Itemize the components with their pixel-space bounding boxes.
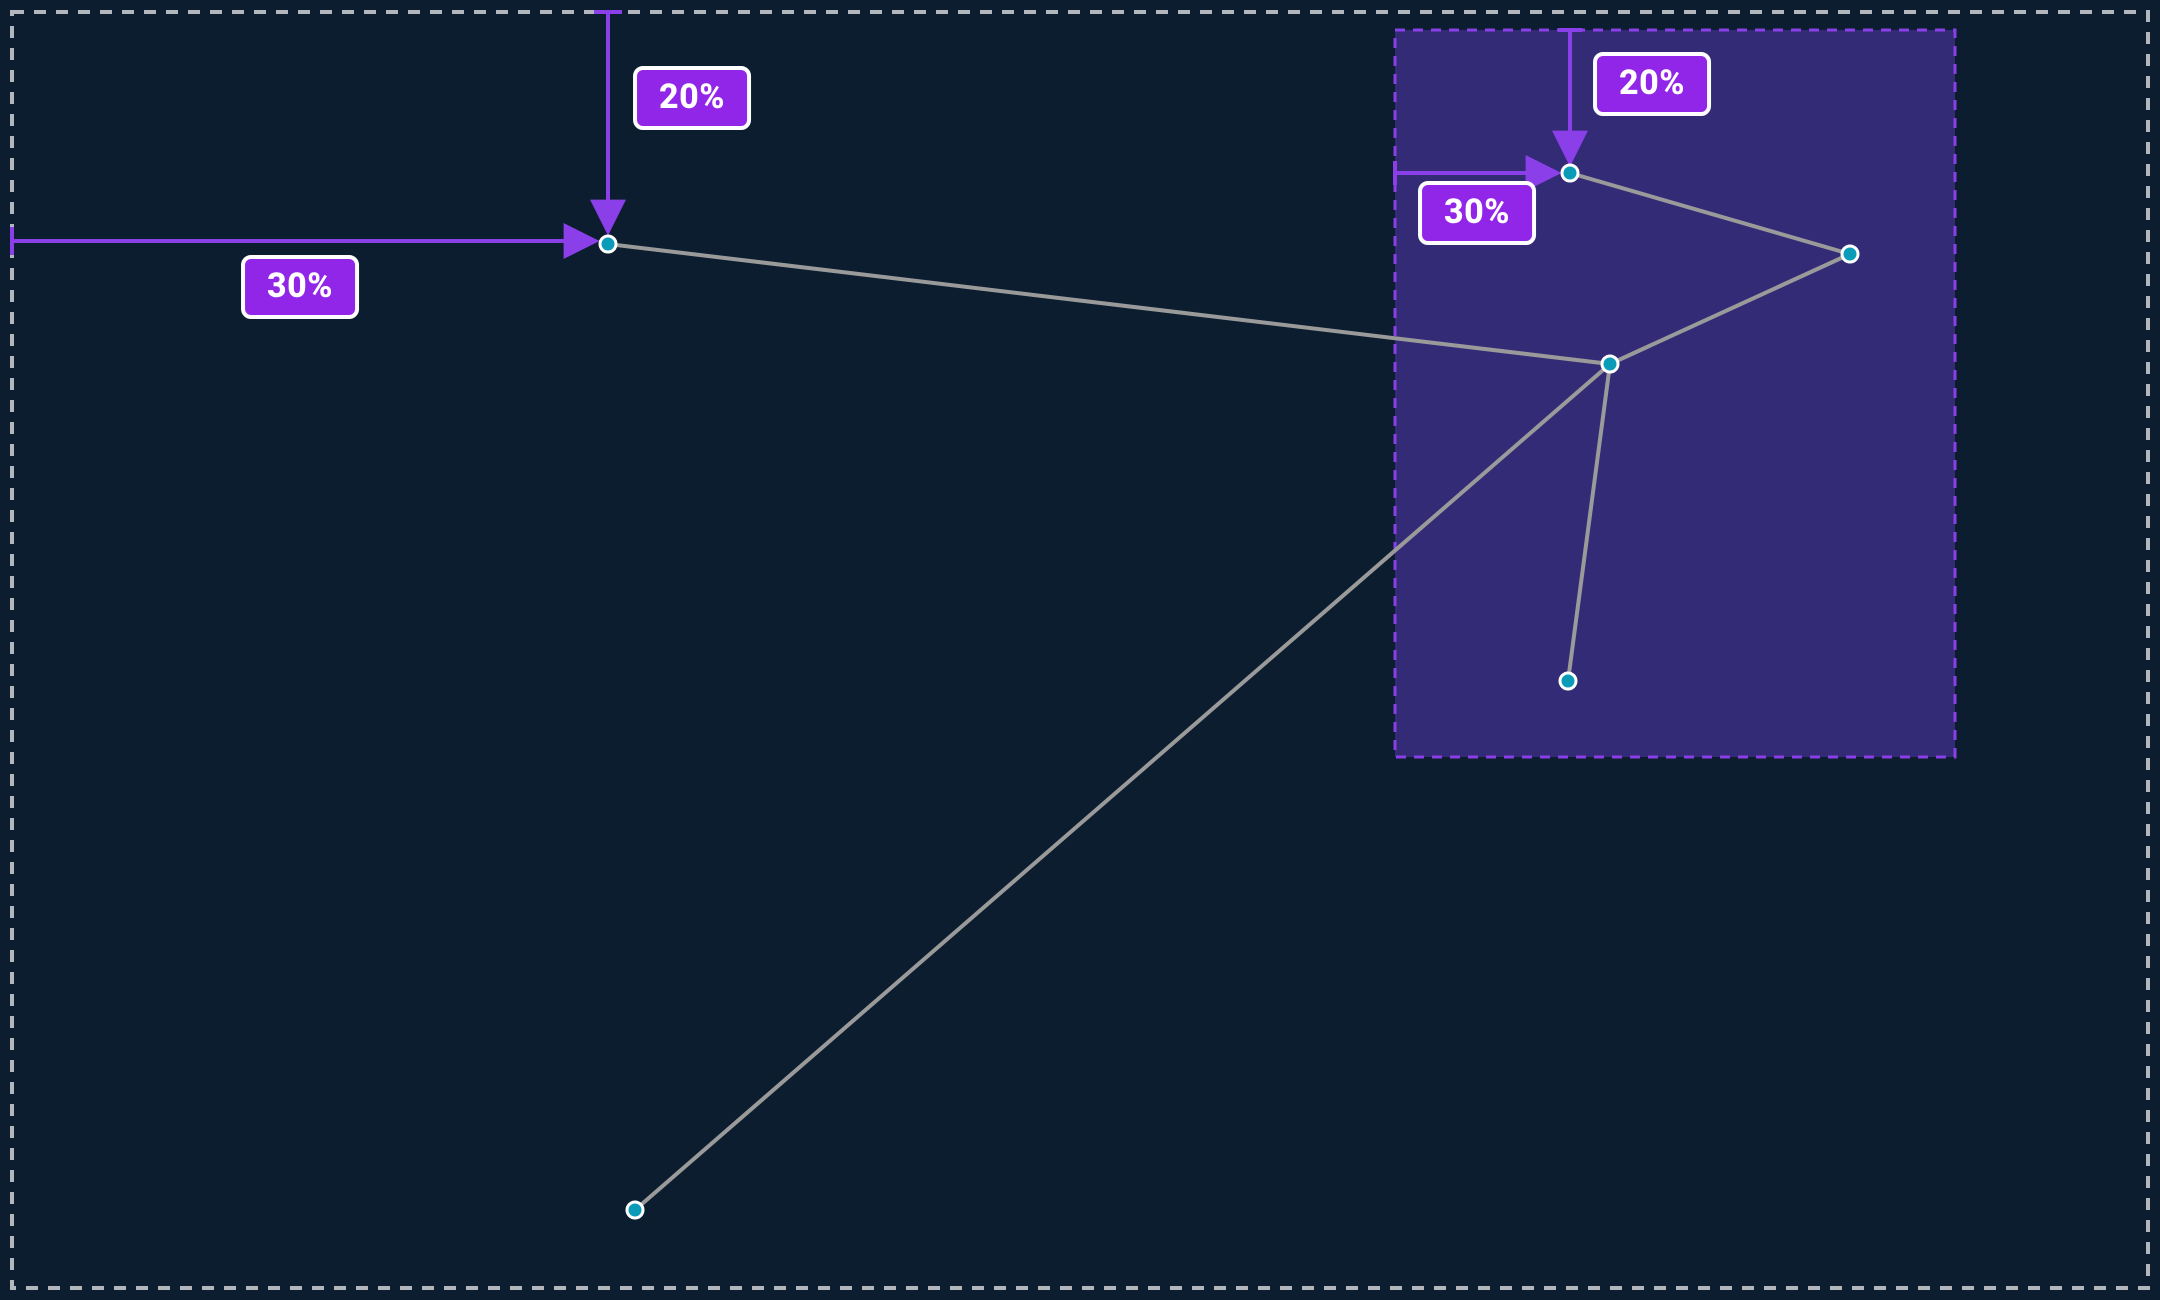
- diagram-svg: [0, 0, 2160, 1300]
- anchor-point[interactable]: [1560, 673, 1576, 689]
- inner-dashed-rect: [1395, 30, 1955, 757]
- outer-x-percent-badge: 30%: [241, 255, 359, 319]
- outer-y-percent-badge: 20%: [633, 66, 751, 130]
- anchor-point[interactable]: [627, 1202, 643, 1218]
- connector-polyline-3: [635, 364, 1610, 1210]
- anchor-point[interactable]: [600, 236, 616, 252]
- inner-x-percent-badge: 30%: [1418, 181, 1536, 245]
- inner-y-percent-badge: 20%: [1593, 52, 1711, 116]
- anchor-point[interactable]: [1842, 246, 1858, 262]
- diagram-stage: 20% 30% 20% 30%: [0, 0, 2160, 1300]
- anchor-point[interactable]: [1602, 356, 1618, 372]
- anchor-point[interactable]: [1562, 165, 1578, 181]
